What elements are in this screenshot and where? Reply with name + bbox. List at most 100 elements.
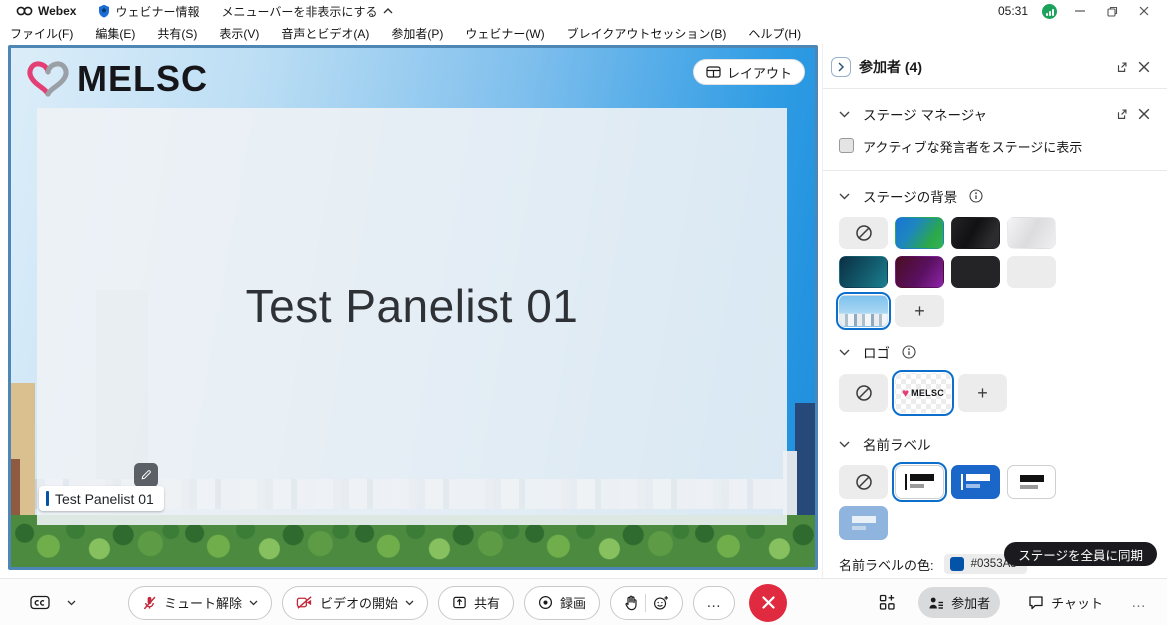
bg-swatch-purple-gradient[interactable] bbox=[895, 256, 944, 288]
logo-swatch-add-button[interactable]: + bbox=[958, 374, 1007, 412]
menu-bar: ファイル(F) 編集(E) 共有(S) 表示(V) 音声とビデオ(A) 参加者(… bbox=[0, 22, 1167, 44]
webex-brand: Webex bbox=[16, 4, 76, 18]
collapse-panel-button[interactable] bbox=[831, 57, 851, 77]
raise-hand-icon bbox=[624, 595, 638, 611]
menu-file[interactable]: ファイル(F) bbox=[10, 25, 73, 42]
edit-name-label-button[interactable] bbox=[134, 463, 158, 487]
bg-swatch-city-skyline[interactable] bbox=[839, 295, 888, 327]
bg-swatch-add-button[interactable]: + bbox=[895, 295, 944, 327]
active-speaker-label: アクティブな発言者をステージに表示 bbox=[863, 137, 1082, 156]
name-label-title: 名前ラベル bbox=[863, 434, 931, 454]
participants-panel-header: 参加者 (4) bbox=[823, 44, 1167, 89]
bg-swatch-green-blue-gradient[interactable] bbox=[895, 217, 944, 249]
webinar-info-button[interactable]: ウェビナー情報 bbox=[98, 3, 199, 20]
captions-chevron-icon[interactable] bbox=[60, 592, 82, 614]
stage-manager-title: ステージ マネージャ bbox=[863, 104, 987, 124]
participants-panel-button[interactable]: 参加者 bbox=[918, 587, 1000, 618]
toolbar-more-icon[interactable]: … bbox=[1131, 594, 1147, 611]
layout-icon bbox=[706, 66, 721, 78]
background-swatch-grid: + bbox=[823, 207, 1123, 327]
logo-swatch-melsc[interactable]: ♥ MELSC bbox=[895, 373, 951, 413]
record-icon bbox=[538, 595, 553, 610]
more-options-button[interactable]: … bbox=[693, 586, 735, 620]
bg-swatch-dark-teal-gradient[interactable] bbox=[839, 256, 888, 288]
logo-swatch-none[interactable] bbox=[839, 374, 888, 412]
info-icon[interactable] bbox=[898, 341, 920, 363]
active-speaker-row: アクティブな発言者をステージに表示 bbox=[823, 125, 1167, 156]
close-stage-manager-icon[interactable] bbox=[1133, 103, 1155, 125]
chevron-up-icon bbox=[383, 8, 393, 14]
restore-button[interactable] bbox=[1103, 2, 1121, 20]
chat-panel-button[interactable]: チャット bbox=[1018, 587, 1113, 618]
chevron-down-icon[interactable] bbox=[833, 103, 855, 125]
active-speaker-checkbox[interactable] bbox=[839, 138, 854, 153]
name-label-style-light-plain[interactable] bbox=[1007, 465, 1056, 499]
skyline-building-right bbox=[795, 403, 815, 523]
app-name: Webex bbox=[38, 4, 76, 18]
info-icon[interactable] bbox=[965, 185, 987, 207]
stage-logo-text: MELSC bbox=[77, 58, 208, 100]
webex-logo-icon bbox=[16, 5, 33, 17]
share-button[interactable]: 共有 bbox=[438, 586, 514, 620]
captions-button[interactable] bbox=[26, 589, 54, 617]
name-label-section-header: 名前ラベル bbox=[823, 413, 1167, 455]
mic-muted-icon bbox=[142, 595, 157, 611]
bg-swatch-none[interactable] bbox=[839, 217, 888, 249]
connection-quality-icon[interactable] bbox=[1042, 4, 1057, 19]
share-icon bbox=[452, 595, 467, 610]
stage-logo: MELSC bbox=[25, 58, 208, 100]
start-video-button[interactable]: ビデオの開始 bbox=[282, 586, 428, 620]
chevron-down-icon[interactable] bbox=[833, 185, 855, 207]
menu-help[interactable]: ヘルプ(H) bbox=[748, 25, 801, 42]
more-icon: … bbox=[706, 594, 722, 611]
menu-edit[interactable]: 編集(E) bbox=[95, 25, 135, 42]
background-section-header: ステージの背景 bbox=[823, 171, 1167, 207]
close-panel-icon[interactable] bbox=[1133, 56, 1155, 78]
menu-audio-video[interactable]: 音声とビデオ(A) bbox=[281, 25, 369, 42]
bg-swatch-black[interactable] bbox=[951, 256, 1000, 288]
reactions-smiley-icon bbox=[653, 595, 669, 611]
bg-swatch-light-gray[interactable] bbox=[1007, 256, 1056, 288]
bottom-toolbar: ミュート解除 ビデオの開始 bbox=[0, 578, 1167, 625]
participant-big-name: Test Panelist 01 bbox=[37, 279, 787, 333]
logo-swatch-grid: ♥ MELSC + bbox=[823, 363, 1123, 413]
chat-icon bbox=[1028, 595, 1044, 610]
chevron-down-icon[interactable] bbox=[833, 433, 855, 455]
name-label-style-none[interactable] bbox=[839, 465, 888, 499]
popout-stage-manager-icon[interactable] bbox=[1111, 103, 1133, 125]
bg-swatch-dark-wave[interactable] bbox=[951, 217, 1000, 249]
webex-window: Webex ウェビナー情報 メニューバーを非表示にする 05:31 bbox=[0, 0, 1167, 625]
popout-panel-icon[interactable] bbox=[1111, 56, 1133, 78]
menu-webinar[interactable]: ウェビナー(W) bbox=[465, 25, 544, 42]
menu-breakout[interactable]: ブレイクアウトセッション(B) bbox=[567, 25, 727, 42]
name-label-style-light-left-bar[interactable] bbox=[895, 465, 944, 499]
chevron-down-icon[interactable] bbox=[833, 341, 855, 363]
bg-swatch-light-wave[interactable] bbox=[1007, 217, 1056, 249]
melsc-mini-logo: ♥ MELSC bbox=[902, 387, 944, 399]
stage-manager-header: ステージ マネージャ bbox=[823, 89, 1167, 125]
hide-menubar-button[interactable]: メニューバーを非表示にする bbox=[221, 3, 392, 20]
menu-share[interactable]: 共有(S) bbox=[157, 25, 197, 42]
skyline-building-left-2 bbox=[11, 459, 20, 523]
menu-participant[interactable]: 参加者(P) bbox=[391, 25, 443, 42]
record-button[interactable]: 録画 bbox=[524, 586, 600, 620]
participants-header-title: 参加者 (4) bbox=[859, 57, 922, 77]
apps-button[interactable] bbox=[874, 590, 900, 616]
unmute-button[interactable]: ミュート解除 bbox=[128, 586, 272, 620]
color-swatch bbox=[950, 557, 964, 571]
reactions-button[interactable] bbox=[610, 586, 683, 620]
name-label-style-blue-filled[interactable] bbox=[951, 465, 1000, 499]
minimize-button[interactable] bbox=[1071, 2, 1089, 20]
leave-meeting-button[interactable] bbox=[749, 584, 787, 622]
participant-name-label: Test Panelist 01 bbox=[39, 486, 164, 511]
logo-section-header: ロゴ bbox=[823, 327, 1167, 363]
layout-button[interactable]: レイアウト bbox=[693, 59, 805, 85]
name-label-style-translucent-blue[interactable] bbox=[839, 506, 888, 540]
menu-view[interactable]: 表示(V) bbox=[219, 25, 259, 42]
camera-off-icon bbox=[296, 595, 313, 610]
sync-stage-button[interactable]: ステージを全員に同期 bbox=[1004, 542, 1157, 566]
melsc-heart-icon bbox=[25, 58, 71, 100]
shield-info-icon bbox=[98, 4, 110, 18]
meeting-time: 05:31 bbox=[998, 4, 1028, 18]
close-window-button[interactable] bbox=[1135, 2, 1153, 20]
